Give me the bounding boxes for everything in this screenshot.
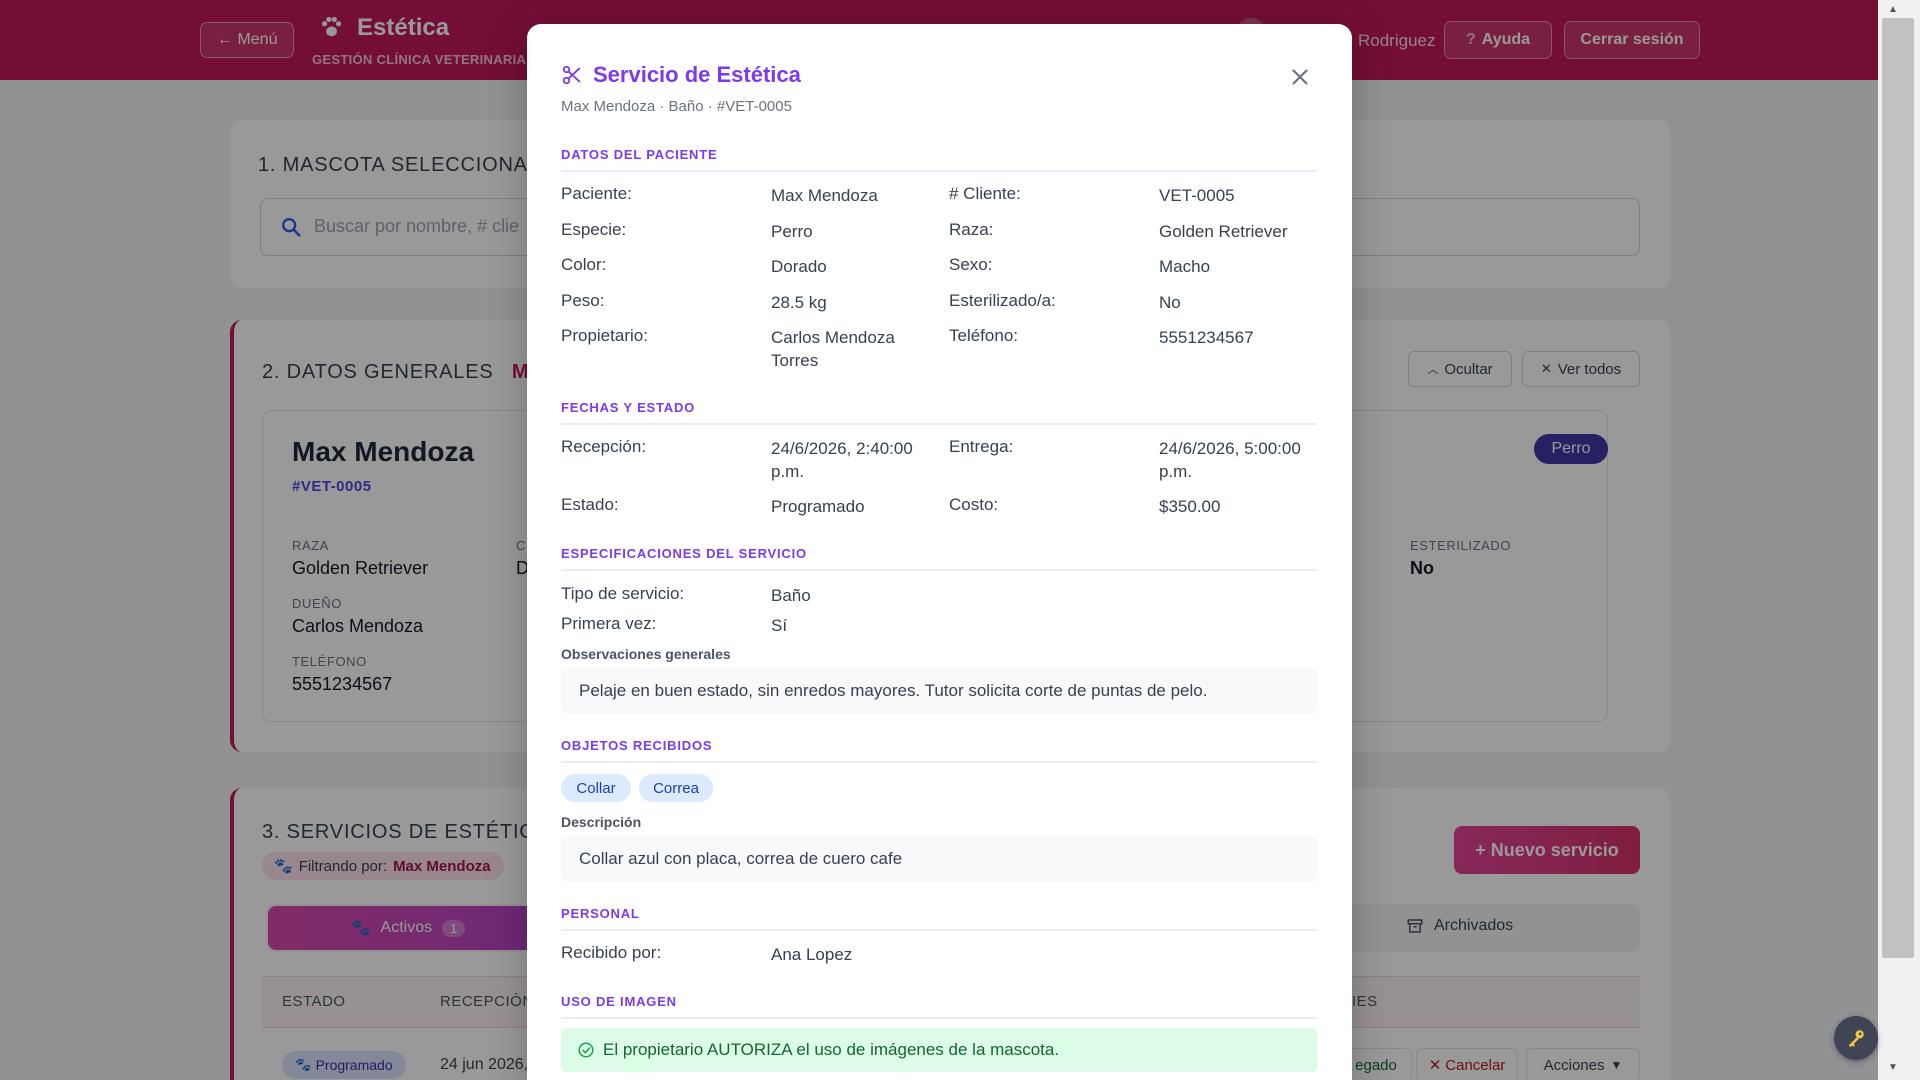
modal-title: Servicio de Estética [593,62,801,87]
label-costo: Costo: [949,495,999,514]
value-entrega: 24/6/2026, 5:00:00 p.m. [1159,439,1301,481]
label-raza: Raza: [949,220,994,239]
label-especie: Especie: [561,220,627,239]
label-peso: Peso: [561,291,605,310]
key-button[interactable] [1834,1016,1878,1060]
value-estado: Programado [771,497,865,516]
value-propietario: Carlos Mendoza Torres [771,328,895,370]
label-tipo-servicio: Tipo de servicio: [561,584,685,603]
label-recibido-por: Recibido por: [561,943,662,962]
section-staff: PERSONAL [561,906,1317,931]
check-circle-icon [578,1042,594,1058]
modal-subtitle: Max Mendoza · Baño · #VET-0005 [561,98,792,115]
value-primera-vez: Sí [771,616,788,635]
scissors-icon [562,65,581,85]
label-telefono: Teléfono: [949,326,1018,345]
value-recepcion: 24/6/2026, 2:40:00 p.m. [771,439,913,481]
section-patient-data: DATOS DEL PACIENTE [561,147,1317,172]
value-peso: 28.5 kg [771,293,827,312]
label-color: Color: [561,255,607,274]
value-especie: Perro [771,222,813,241]
label-primera-vez: Primera vez: [561,614,657,633]
close-icon[interactable] [1287,64,1313,90]
value-paciente: Max Mendoza [771,186,878,205]
service-modal: Servicio de Estética Max Mendoza · Baño … [527,24,1352,1080]
label-entrega: Entrega: [949,437,1014,456]
label-propietario: Propietario: [561,326,648,345]
label-recepcion: Recepción: [561,437,647,456]
value-esterilizado: No [1159,293,1181,312]
section-service-specs: ESPECIFICACIONES DEL SERVICIO [561,546,1317,571]
description-box: Collar azul con placa, correa de cuero c… [561,836,1317,882]
section-image-use: USO DE IMAGEN [561,994,1317,1019]
value-cliente: VET-0005 [1159,186,1235,205]
key-icon [1848,1030,1864,1048]
scroll-up-icon[interactable]: ▲ [1888,4,1898,15]
section-dates-status: FECHAS Y ESTADO [561,400,1317,425]
scroll-down-icon[interactable]: ▼ [1888,1062,1898,1073]
image-authorization-alert: El propietario AUTORIZA el uso de imágen… [561,1028,1317,1072]
label-observaciones: Observaciones generales [561,646,731,662]
value-telefono: 5551234567 [1159,328,1254,347]
image-authorization-text: El propietario AUTORIZA el uso de imágen… [603,1040,1060,1059]
label-descripcion: Descripción [561,814,642,830]
value-costo: $350.00 [1159,497,1221,516]
value-recibido-por: Ana Lopez [771,945,853,964]
object-chip-collar: Collar [561,774,631,802]
label-esterilizado: Esterilizado/a: [949,291,1056,310]
observations-box: Pelaje en buen estado, sin enredos mayor… [561,668,1317,714]
value-tipo-servicio: Baño [771,586,811,605]
section-received-objects: OBJETOS RECIBIDOS [561,738,1317,763]
object-chip-correa: Correa [639,774,713,802]
value-color: Dorado [771,257,827,276]
label-estado: Estado: [561,495,619,514]
label-sexo: Sexo: [949,255,993,274]
scrollbar-thumb[interactable] [1882,18,1914,958]
value-sexo: Macho [1159,257,1211,276]
label-cliente: # Cliente: [949,184,1021,203]
value-raza: Golden Retriever [1159,222,1288,241]
label-paciente: Paciente: [561,184,632,203]
